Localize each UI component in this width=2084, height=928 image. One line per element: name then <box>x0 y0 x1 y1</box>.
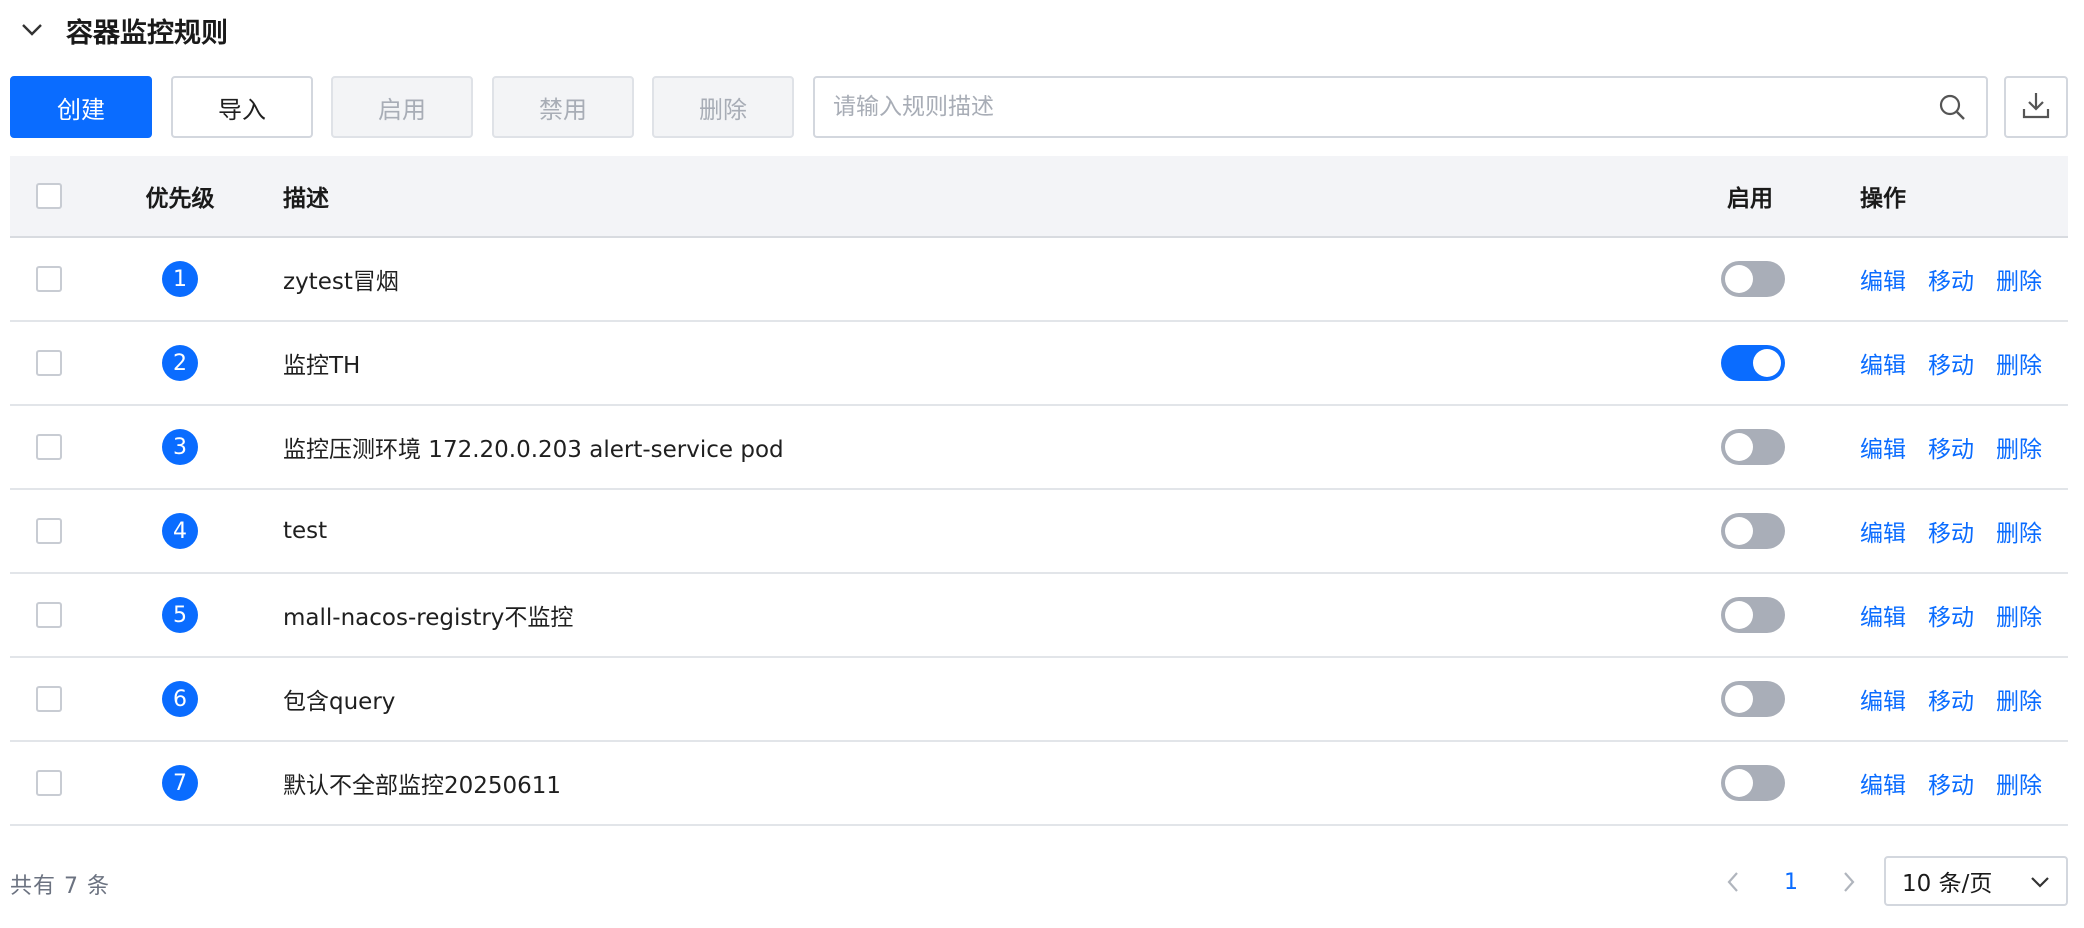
page-size-value: 10 条/页 <box>1902 871 1993 897</box>
row-checkbox[interactable] <box>36 602 62 628</box>
table-row: 5 mall-nacos-registry不监控 编辑 移动 删除 <box>10 574 2068 658</box>
edit-link[interactable]: 编辑 <box>1860 766 1906 800</box>
row-checkbox[interactable] <box>36 350 62 376</box>
table-row: 1 zytest冒烟 编辑 移动 删除 <box>10 238 2068 322</box>
toggle-knob <box>1753 349 1781 377</box>
header-enabled: 启用 <box>1727 186 1773 212</box>
search-icon[interactable] <box>1936 91 1968 123</box>
chevron-down-icon <box>2030 868 2050 894</box>
pagination: 1 <box>1715 862 1867 902</box>
table-row: 3 监控压测环境 172.20.0.203 alert-service pod 编辑… <box>10 406 2068 490</box>
rule-description: 监控TH <box>283 353 361 379</box>
delete-link[interactable]: 删除 <box>1996 598 2042 632</box>
move-link[interactable]: 移动 <box>1928 766 1974 800</box>
move-link[interactable]: 移动 <box>1928 262 1974 296</box>
rule-description: 监控压测环境 172.20.0.203 alert-service pod <box>283 437 784 463</box>
delete-link[interactable]: 删除 <box>1996 262 2042 296</box>
create-button[interactable]: 创建 <box>10 76 152 138</box>
toggle-knob <box>1725 517 1753 545</box>
toggle-knob <box>1725 769 1753 797</box>
toggle-knob <box>1725 265 1753 293</box>
enable-toggle[interactable] <box>1721 429 1785 465</box>
import-button[interactable]: 导入 <box>171 76 313 138</box>
table-footer: 共有 7 条 1 10 条/页 <box>10 856 2068 906</box>
delete-link[interactable]: 删除 <box>1996 430 2042 464</box>
row-checkbox[interactable] <box>36 518 62 544</box>
enable-toggle[interactable] <box>1721 597 1785 633</box>
priority-badge: 5 <box>162 597 198 633</box>
disable-button[interactable]: 禁用 <box>492 76 634 138</box>
rule-description: 默认不全部监控20250611 <box>283 773 562 799</box>
toggle-knob <box>1725 685 1753 713</box>
header-actions: 操作 <box>1860 186 1906 212</box>
delete-link[interactable]: 删除 <box>1996 514 2042 548</box>
toolbar: 创建 导入 启用 禁用 删除 <box>10 76 2068 140</box>
table-row: 2 监控TH 编辑 移动 删除 <box>10 322 2068 406</box>
prev-page-icon[interactable] <box>1715 864 1751 900</box>
table-header: 优先级 描述 启用 操作 <box>10 156 2068 238</box>
move-link[interactable]: 移动 <box>1928 514 1974 548</box>
enable-toggle[interactable] <box>1721 261 1785 297</box>
priority-badge: 6 <box>162 681 198 717</box>
priority-badge: 1 <box>162 261 198 297</box>
row-checkbox[interactable] <box>36 686 62 712</box>
enable-toggle[interactable] <box>1721 765 1785 801</box>
move-link[interactable]: 移动 <box>1928 430 1974 464</box>
edit-link[interactable]: 编辑 <box>1860 682 1906 716</box>
toggle-knob <box>1725 601 1753 629</box>
edit-link[interactable]: 编辑 <box>1860 598 1906 632</box>
row-checkbox[interactable] <box>36 770 62 796</box>
priority-badge: 4 <box>162 513 198 549</box>
total-count: 共有 7 条 <box>10 874 110 899</box>
edit-link[interactable]: 编辑 <box>1860 514 1906 548</box>
delete-link[interactable]: 删除 <box>1996 766 2042 800</box>
chevron-down-icon[interactable] <box>20 18 44 42</box>
edit-link[interactable]: 编辑 <box>1860 262 1906 296</box>
enable-toggle[interactable] <box>1721 681 1785 717</box>
rule-description: mall-nacos-registry不监控 <box>283 605 574 631</box>
rule-description: zytest冒烟 <box>283 269 399 295</box>
page-number[interactable]: 1 <box>1769 870 1813 895</box>
download-icon <box>2021 90 2051 124</box>
table-row: 6 包含query 编辑 移动 删除 <box>10 658 2068 742</box>
header-description: 描述 <box>283 186 329 212</box>
priority-badge: 2 <box>162 345 198 381</box>
table-row: 4 test 编辑 移动 删除 <box>10 490 2068 574</box>
table-row: 7 默认不全部监控20250611 编辑 移动 删除 <box>10 742 2068 826</box>
edit-link[interactable]: 编辑 <box>1860 430 1906 464</box>
search-input[interactable] <box>815 78 1936 136</box>
enable-button[interactable]: 启用 <box>331 76 473 138</box>
search-box[interactable] <box>813 76 1988 138</box>
delete-link[interactable]: 删除 <box>1996 346 2042 380</box>
select-all-checkbox[interactable] <box>36 183 62 209</box>
delete-link[interactable]: 删除 <box>1996 682 2042 716</box>
next-page-icon[interactable] <box>1831 864 1867 900</box>
table-body: 1 zytest冒烟 编辑 移动 删除 2 监控TH 编辑 移动 删除 3 监控压测环境 172.20… <box>10 238 2068 826</box>
row-checkbox[interactable] <box>36 434 62 460</box>
rules-table: 优先级 描述 启用 操作 1 zytest冒烟 编辑 移动 删除 2 监控TH 编辑 移动 删除 3… <box>10 156 2068 826</box>
priority-badge: 3 <box>162 429 198 465</box>
enable-toggle[interactable] <box>1721 513 1785 549</box>
edit-link[interactable]: 编辑 <box>1860 346 1906 380</box>
move-link[interactable]: 移动 <box>1928 682 1974 716</box>
priority-badge: 7 <box>162 765 198 801</box>
download-button[interactable] <box>2004 76 2068 138</box>
header-priority: 优先级 <box>145 186 215 212</box>
delete-button[interactable]: 删除 <box>652 76 794 138</box>
move-link[interactable]: 移动 <box>1928 346 1974 380</box>
rule-description: test <box>283 518 328 544</box>
move-link[interactable]: 移动 <box>1928 598 1974 632</box>
page-size-select[interactable]: 10 条/页 <box>1884 856 2068 906</box>
enable-toggle[interactable] <box>1721 345 1785 381</box>
rule-description: 包含query <box>283 689 396 715</box>
row-checkbox[interactable] <box>36 266 62 292</box>
section-title: 容器监控规则 <box>66 17 228 49</box>
section-header[interactable]: 容器监控规则 <box>20 8 228 52</box>
toggle-knob <box>1725 433 1753 461</box>
